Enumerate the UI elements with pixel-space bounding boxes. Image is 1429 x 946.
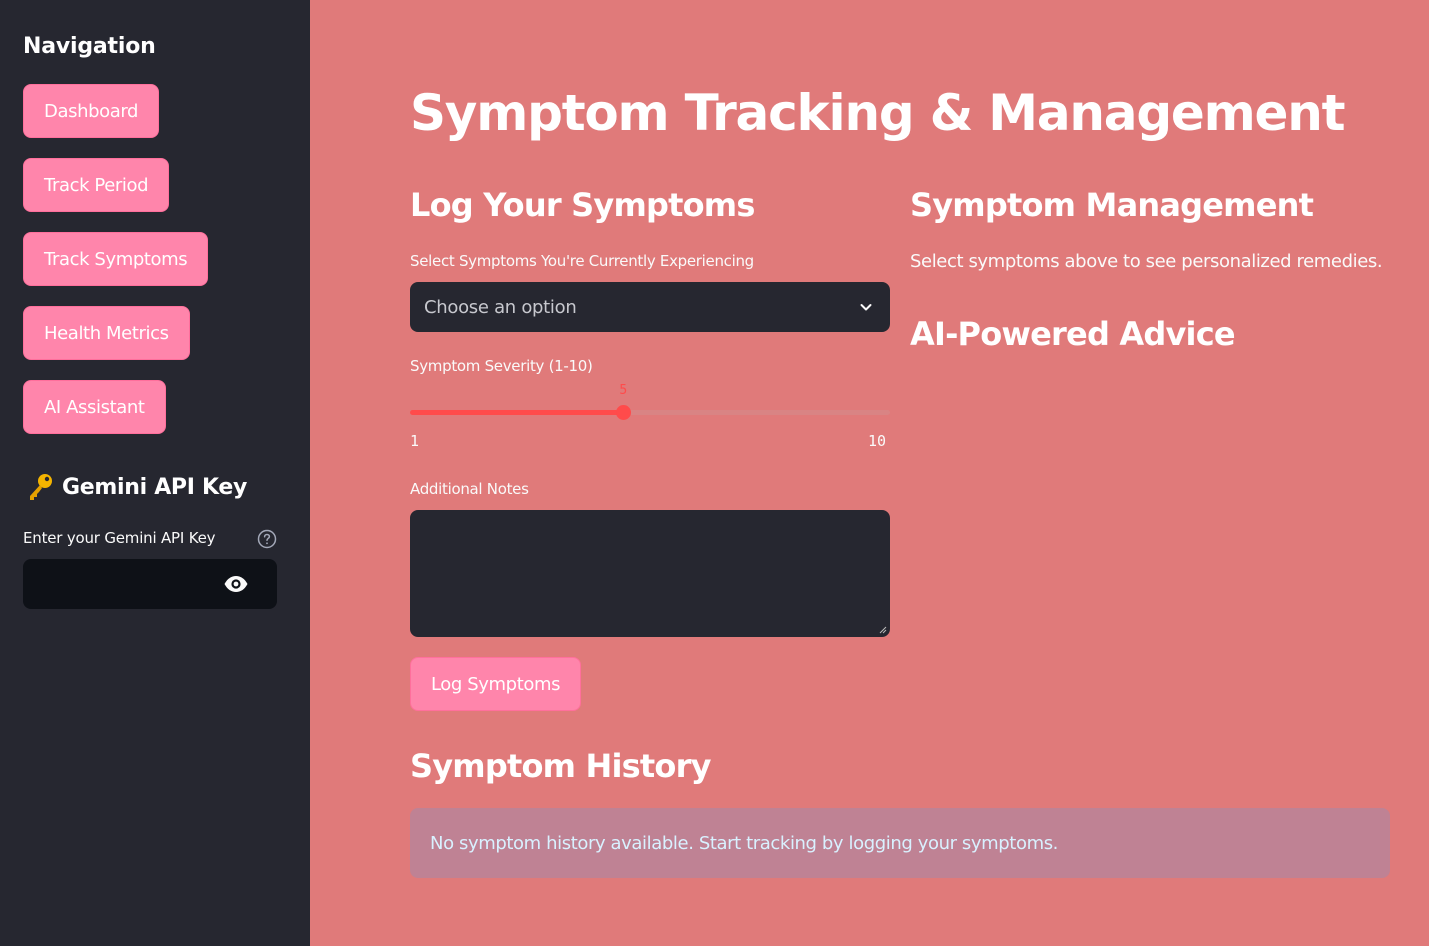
select-symptoms-label: Select Symptoms You're Currently Experie… — [410, 252, 754, 270]
sidebar-item-ai-assistant[interactable]: AI Assistant — [23, 380, 166, 434]
sidebar: Navigation Dashboard Track Period Track … — [0, 0, 310, 946]
symptoms-select-placeholder: Choose an option — [424, 296, 577, 318]
symptom-history-heading: Symptom History — [410, 747, 711, 785]
management-description: Select symptoms above to see personalize… — [910, 251, 1383, 272]
api-key-label: Enter your Gemini API Key — [23, 529, 216, 547]
log-symptoms-button[interactable]: Log Symptoms — [410, 657, 582, 711]
severity-min-label: 1 — [410, 432, 420, 450]
chevron-down-icon — [860, 304, 872, 311]
sidebar-item-health-metrics[interactable]: Health Metrics — [23, 306, 190, 360]
notes-textarea[interactable] — [410, 510, 890, 637]
sidebar-item-track-symptoms[interactable]: Track Symptoms — [23, 232, 209, 286]
history-info-box: No symptom history available. Start trac… — [410, 808, 1390, 878]
api-key-heading: Gemini API Key — [26, 472, 247, 502]
sidebar-title: Navigation — [23, 34, 156, 59]
help-icon[interactable] — [257, 529, 277, 549]
log-symptoms-heading: Log Your Symptoms — [410, 186, 755, 224]
eye-icon[interactable] — [223, 573, 249, 595]
severity-slider-handle[interactable] — [616, 405, 632, 420]
key-icon — [30, 474, 52, 500]
sidebar-item-track-period[interactable]: Track Period — [23, 158, 170, 212]
symptom-management-heading: Symptom Management — [910, 186, 1314, 224]
api-key-title: Gemini API Key — [62, 474, 248, 500]
ai-advice-heading: AI-Powered Advice — [910, 315, 1236, 353]
page-title: Symptom Tracking & Management — [410, 84, 1346, 142]
symptoms-select[interactable]: Choose an option — [410, 282, 890, 332]
severity-label: Symptom Severity (1-10) — [410, 357, 593, 375]
history-empty-message: No symptom history available. Start trac… — [430, 832, 1059, 854]
resize-handle-icon[interactable] — [879, 626, 887, 634]
severity-value: 5 — [619, 383, 628, 398]
notes-label: Additional Notes — [410, 480, 529, 498]
severity-slider-fill — [410, 410, 624, 415]
sidebar-item-dashboard[interactable]: Dashboard — [23, 84, 160, 138]
severity-max-label: 10 — [868, 432, 887, 450]
